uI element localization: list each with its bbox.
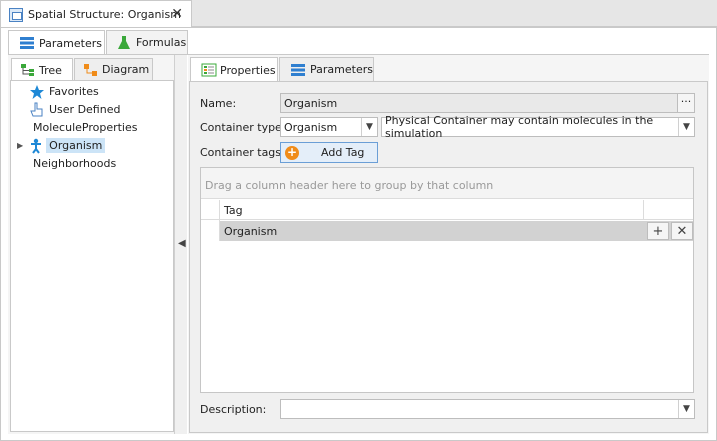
tree-icon [21,64,34,76]
tree-item-label: MoleculeProperties [33,121,138,134]
tab-tree-label: Tree [39,63,62,77]
hand-pointer-icon [30,102,43,116]
container-type-value: Organism [284,120,338,134]
close-icon[interactable]: ✕ [171,6,183,22]
document-tab-title: Spatial Structure: Organism [28,8,181,21]
tree-item-neighborhoods[interactable]: Neighborhoods [33,155,116,172]
collapse-arrow-icon[interactable]: ◀ [178,238,186,249]
add-row-button[interactable]: + [647,222,669,240]
tree-item-user-defined[interactable]: User Defined [29,101,120,118]
name-field[interactable]: Organism [280,93,679,113]
properties-icon [201,63,217,77]
chevron-down-icon[interactable]: ▼ [678,400,694,418]
star-icon [30,84,44,99]
tree-item-organism[interactable]: ▶ Organism [17,137,106,154]
chevron-down-icon[interactable]: ▼ [361,118,377,136]
add-icon: + [285,144,299,160]
list-icon [20,37,34,49]
tab-parameters[interactable]: Parameters [8,30,105,55]
person-icon [31,138,42,154]
expand-arrow-icon[interactable]: ▶ [17,141,23,150]
splitter[interactable]: ◀ [175,55,187,434]
row-indicator-column [201,200,220,241]
remove-row-button[interactable]: ✕ [671,222,693,240]
tab-diagram-label: Diagram [102,63,150,76]
grid-header [201,200,693,220]
document-tab[interactable]: Spatial Structure: Organism ✕ [0,0,192,28]
name-label: Name: [200,97,237,110]
name-value: Organism [284,96,338,110]
container-type-select[interactable]: Organism ▼ [280,117,378,137]
tree-item-label: Organism [46,138,106,153]
description-field[interactable]: ▼ [280,399,695,419]
add-tag-label: Add Tag [321,146,365,159]
tree-item-label: Favorites [49,85,99,98]
description-label: Description: [200,403,267,416]
tree-item-label: Neighborhoods [33,157,117,170]
tab-properties-label: Properties [220,63,276,77]
tab-parameters-right-label: Parameters [310,63,373,76]
tag-cell[interactable]: Organism [224,225,277,238]
tab-tree[interactable]: Tree [11,58,73,81]
tab-properties[interactable]: Properties [190,57,278,82]
diagram-icon [84,63,97,76]
tab-parameters-right[interactable]: Parameters [279,57,374,81]
tree-view: Favorites User Defined MoleculePropertie… [10,80,174,432]
flask-icon [118,35,130,49]
tree-item-label: User Defined [49,103,121,116]
tree-item-molecule-properties[interactable]: MoleculeProperties [33,119,137,136]
chevron-down-icon[interactable]: ▼ [678,118,694,136]
add-tag-button[interactable]: + Add Tag [280,142,378,163]
tab-formulas[interactable]: Formulas [106,30,188,54]
window-icon [9,7,23,22]
list-icon [291,63,305,76]
container-type-label: Container type: [200,121,286,134]
table-row[interactable] [220,221,693,241]
tab-parameters-label: Parameters [39,36,102,50]
tree-item-favorites[interactable]: Favorites [29,83,99,100]
container-mode-select[interactable]: Physical Container may contain molecules… [381,114,695,140]
tab-diagram[interactable]: Diagram [74,58,153,80]
container-tags-label: Container tags: [200,146,285,159]
group-by-panel[interactable]: Drag a column header here to group by th… [201,168,693,199]
column-divider [643,200,644,220]
column-header-tag[interactable]: Tag [224,204,243,217]
ellipsis-button[interactable]: ··· [677,93,695,113]
tab-formulas-label: Formulas [136,36,187,49]
container-mode-value: Physical Container may contain molecules… [385,114,654,140]
